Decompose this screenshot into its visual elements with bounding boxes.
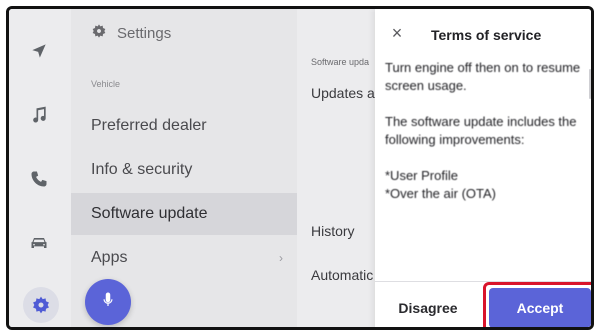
chevron-right-icon: › (279, 251, 283, 265)
dialog-scrollbar[interactable] (589, 69, 591, 99)
app-window: Settings Vehicle Preferred dealer Info &… (6, 6, 594, 330)
software-update-section-label: Software upda (311, 57, 370, 67)
updates-label: Updates a (311, 85, 375, 101)
menu-item-label: Preferred dealer (91, 117, 207, 134)
terms-of-service-dialog: × Terms of service Turn engine off then … (375, 9, 591, 327)
accept-button[interactable]: Accept (489, 288, 591, 327)
settings-title: Settings (117, 24, 172, 42)
menu-item-label: Software update (91, 205, 208, 222)
phone-icon[interactable] (25, 165, 53, 193)
voice-assistant-button[interactable] (85, 279, 131, 325)
car-icon[interactable] (25, 229, 53, 257)
music-icon[interactable] (25, 101, 53, 129)
dialog-title: Terms of service (431, 27, 542, 43)
section-label-vehicle: Vehicle (91, 79, 121, 89)
terms-paragraph: *User Profile *Over the air (OTA) (385, 168, 497, 201)
history-label[interactable]: History (311, 223, 355, 239)
menu-item-preferred-dealer[interactable]: Preferred dealer (71, 105, 297, 147)
automatic-updates-label: Automatic (311, 267, 374, 283)
menu-item-info-security[interactable]: Info & security (71, 149, 297, 191)
menu-item-label: Apps (91, 249, 128, 266)
gear-icon (91, 23, 107, 43)
settings-icon[interactable] (23, 287, 59, 323)
icon-rail (9, 9, 71, 327)
terms-paragraph: The software update includes the followi… (385, 114, 577, 147)
microphone-icon (99, 291, 117, 314)
dialog-footer: Disagree Accept (375, 281, 591, 327)
disagree-button[interactable]: Disagree (375, 282, 481, 327)
close-icon[interactable]: × (387, 23, 407, 43)
navigation-icon[interactable] (25, 37, 53, 65)
terms-paragraph: Turn engine off then on to resume screen… (385, 60, 581, 93)
dialog-body: Turn engine off then on to resume screen… (385, 59, 585, 221)
menu-item-label: Info & security (91, 161, 193, 178)
accept-button-highlight: Accept (483, 282, 591, 327)
menu-item-software-update[interactable]: Software update (71, 193, 297, 235)
menu-item-apps[interactable]: Apps › (71, 237, 297, 279)
settings-header: Settings (91, 23, 171, 43)
